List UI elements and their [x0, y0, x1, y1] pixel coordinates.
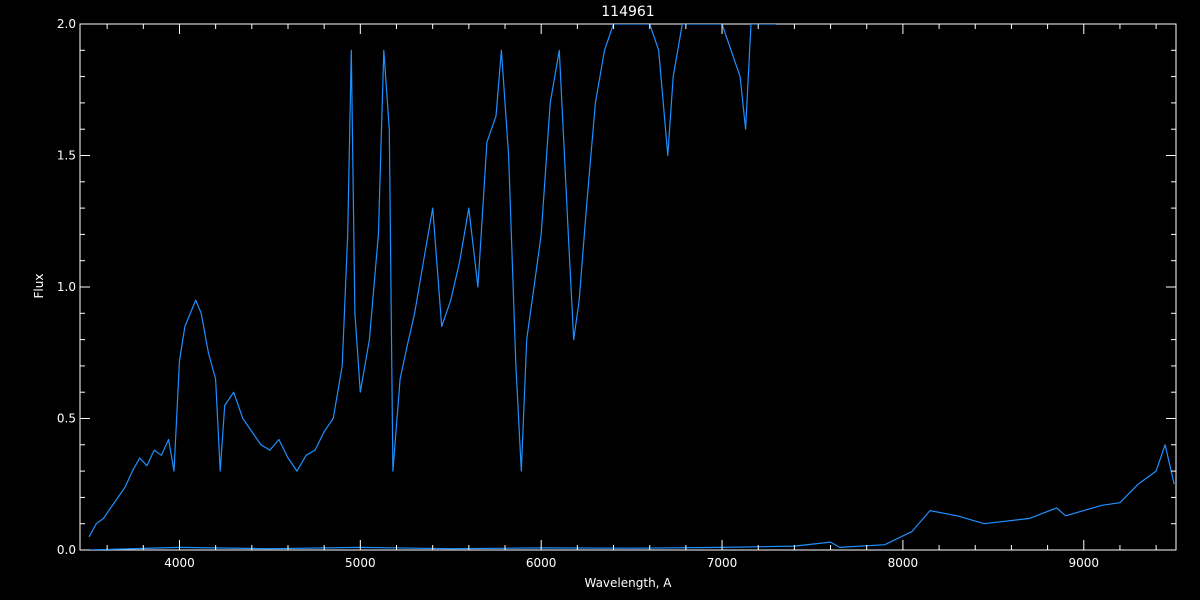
plot-border — [79, 23, 1177, 551]
y-tick-label: 0.5 — [57, 412, 76, 426]
x-tick-label: 8000 — [888, 556, 919, 570]
y-tick-label: 2.0 — [57, 17, 76, 31]
spectrum-series-2 — [88, 444, 1175, 550]
x-tick-label: 4000 — [164, 556, 195, 570]
x-tick-label: 5000 — [345, 556, 376, 570]
x-tick-label: 6000 — [526, 556, 557, 570]
axes-layer: 4000 5000 6000 7000 8000 9000 0.0 0.5 1.0 1.5 2.0 — [57, 17, 1176, 570]
y-tick-label: 1.0 — [57, 280, 76, 294]
spectrum-chart: 114961 4000 5000 6000 7000 8000 9000 0.0 0.5 1.0… — [32, 4, 1177, 590]
chart-title: 114961 — [601, 4, 654, 20]
series-layer — [88, 24, 1175, 550]
y-axis-label: Flux — [32, 274, 46, 299]
y-tick-label: 0.0 — [57, 543, 76, 557]
spectrum-series-1 — [88, 24, 777, 538]
x-tick-label: 9000 — [1068, 556, 1099, 570]
x-axis-label: Wavelength, A — [584, 576, 672, 590]
y-tick-label: 1.5 — [57, 149, 76, 163]
x-tick-label: 7000 — [707, 556, 738, 570]
plot-frame — [79, 23, 1177, 551]
